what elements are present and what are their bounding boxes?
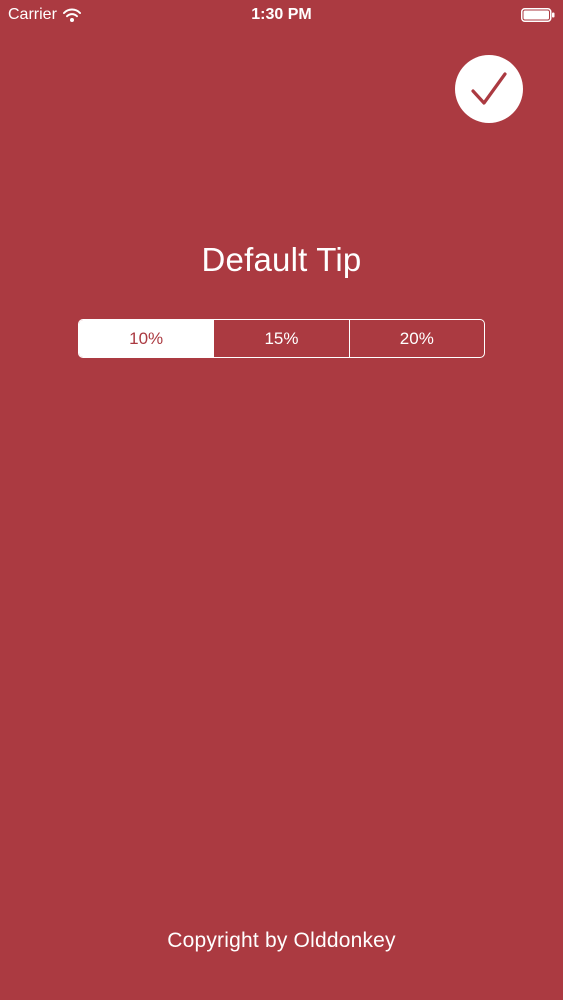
tip-segmented-control: 10% 15% 20% bbox=[78, 319, 485, 358]
check-icon bbox=[471, 72, 507, 105]
tip-option-20[interactable]: 20% bbox=[348, 320, 484, 357]
status-bar: Carrier 1:30 PM bbox=[0, 0, 563, 30]
page-title: Default Tip bbox=[201, 241, 362, 278]
tip-option-15[interactable]: 15% bbox=[213, 320, 348, 357]
confirm-button[interactable] bbox=[455, 55, 523, 123]
copyright-footer: Copyright by Olddonkey bbox=[167, 929, 396, 952]
battery-icon bbox=[521, 8, 555, 22]
tip-option-10[interactable]: 10% bbox=[79, 320, 214, 357]
status-time: 1:30 PM bbox=[251, 6, 312, 23]
